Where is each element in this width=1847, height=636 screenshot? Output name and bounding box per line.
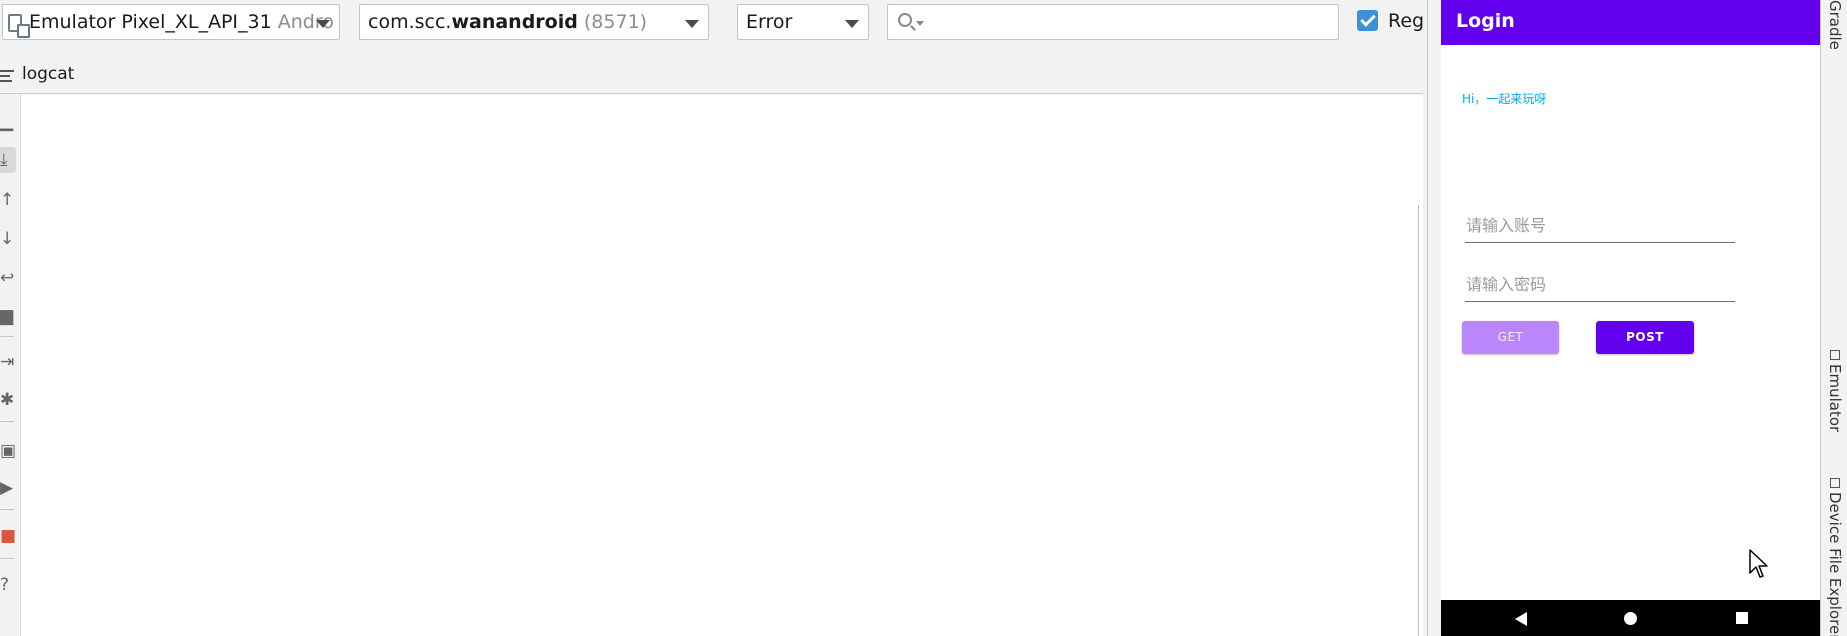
greeting-text: Hi，一起来玩呀 — [1462, 92, 1547, 106]
chevron-down-icon — [316, 20, 330, 28]
search-icon — [898, 13, 912, 27]
device-name: Emulator Pixel_XL_API_31 — [29, 11, 272, 33]
android-studio-window: Emulator Pixel_XL_API_31 Andro com.scc.w… — [0, 0, 1847, 636]
logcat-tab-row: logcat — [0, 56, 1423, 94]
help-icon[interactable]: ? — [0, 572, 16, 598]
emulator-frame — [1428, 0, 1441, 636]
emulator-tab-icon — [1830, 350, 1840, 360]
logcat-scrollbar-track — [1418, 205, 1419, 636]
toolbar-separator — [0, 558, 14, 559]
logcat-output-area[interactable] — [20, 95, 1423, 636]
trash-icon[interactable]: ▁ — [0, 109, 16, 135]
logcat-tab-icon — [0, 70, 14, 82]
device-icon — [8, 14, 30, 38]
process-name: wanandroid — [451, 11, 578, 33]
device-selector[interactable]: Emulator Pixel_XL_API_31 Andro — [2, 4, 340, 40]
stop-icon[interactable]: ■ — [0, 523, 16, 549]
home-icon[interactable] — [1624, 612, 1637, 625]
logcat-panel: Emulator Pixel_XL_API_31 Andro com.scc.w… — [0, 0, 1425, 636]
toolbar-separator — [0, 509, 14, 510]
toolbar-separator — [0, 336, 14, 337]
process-prefix: com.scc. — [368, 11, 452, 33]
password-field[interactable] — [1465, 270, 1735, 302]
regex-label: Reg — [1388, 10, 1425, 32]
account-input[interactable] — [1465, 211, 1735, 239]
logcat-side-toolbar: ▁ ⤓ ↑ ↓ ↩ ▆ ⇥ ✱ ▣ ▶ ■ ? — [0, 95, 20, 636]
toolbar-divider — [0, 93, 1423, 94]
tab-device-file-explorer[interactable]: Device File Explorer — [1825, 492, 1845, 636]
chevron-down-icon — [845, 20, 859, 28]
log-level-value: Error — [746, 11, 793, 33]
emulator-screen: Login Hi，一起来玩呀 GET POST — [1441, 0, 1820, 636]
tab-logcat[interactable]: logcat — [22, 62, 74, 86]
scroll-to-end-icon[interactable]: ⤓ — [0, 147, 16, 173]
mouse-cursor-icon — [1749, 549, 1768, 578]
android-nav-bar — [1441, 600, 1820, 636]
settings-icon[interactable]: ✱ — [0, 387, 16, 413]
restart-icon[interactable]: ⇥ — [0, 349, 16, 375]
chevron-down-icon — [685, 20, 699, 28]
logcat-search-input[interactable] — [887, 4, 1339, 40]
down-icon[interactable]: ↓ — [0, 226, 16, 252]
app-bar-title: Login — [1456, 10, 1515, 32]
tab-emulator[interactable]: Emulator — [1825, 364, 1845, 432]
password-input[interactable] — [1465, 270, 1735, 298]
search-history-dropdown-icon[interactable] — [916, 21, 924, 26]
logcat-toolbar: Emulator Pixel_XL_API_31 Andro com.scc.w… — [0, 0, 1425, 45]
soft-wrap-icon[interactable]: ↩ — [0, 265, 16, 291]
recents-icon[interactable] — [1736, 612, 1748, 624]
account-field[interactable] — [1465, 211, 1735, 243]
back-icon[interactable] — [1515, 612, 1527, 626]
toolbar-separator — [0, 421, 14, 422]
log-level-selector[interactable]: Error — [737, 4, 869, 40]
right-tool-strip: Gradle Emulator Device File Explorer — [1820, 0, 1847, 636]
screenshot-icon[interactable]: ▣ — [0, 438, 16, 464]
post-button[interactable]: POST — [1596, 321, 1694, 354]
print-icon[interactable]: ▆ — [0, 303, 16, 329]
regex-checkbox[interactable] — [1357, 10, 1378, 31]
tab-gradle[interactable]: Gradle — [1825, 0, 1845, 50]
get-button[interactable]: GET — [1462, 321, 1559, 354]
screen-record-icon[interactable]: ▶ — [0, 475, 16, 501]
device-file-explorer-tab-icon — [1830, 478, 1840, 488]
app-bar: Login — [1441, 0, 1820, 45]
process-pid: (8571) — [583, 11, 648, 33]
up-icon[interactable]: ↑ — [0, 187, 16, 213]
process-selector[interactable]: com.scc.wanandroid (8571) — [359, 4, 709, 40]
